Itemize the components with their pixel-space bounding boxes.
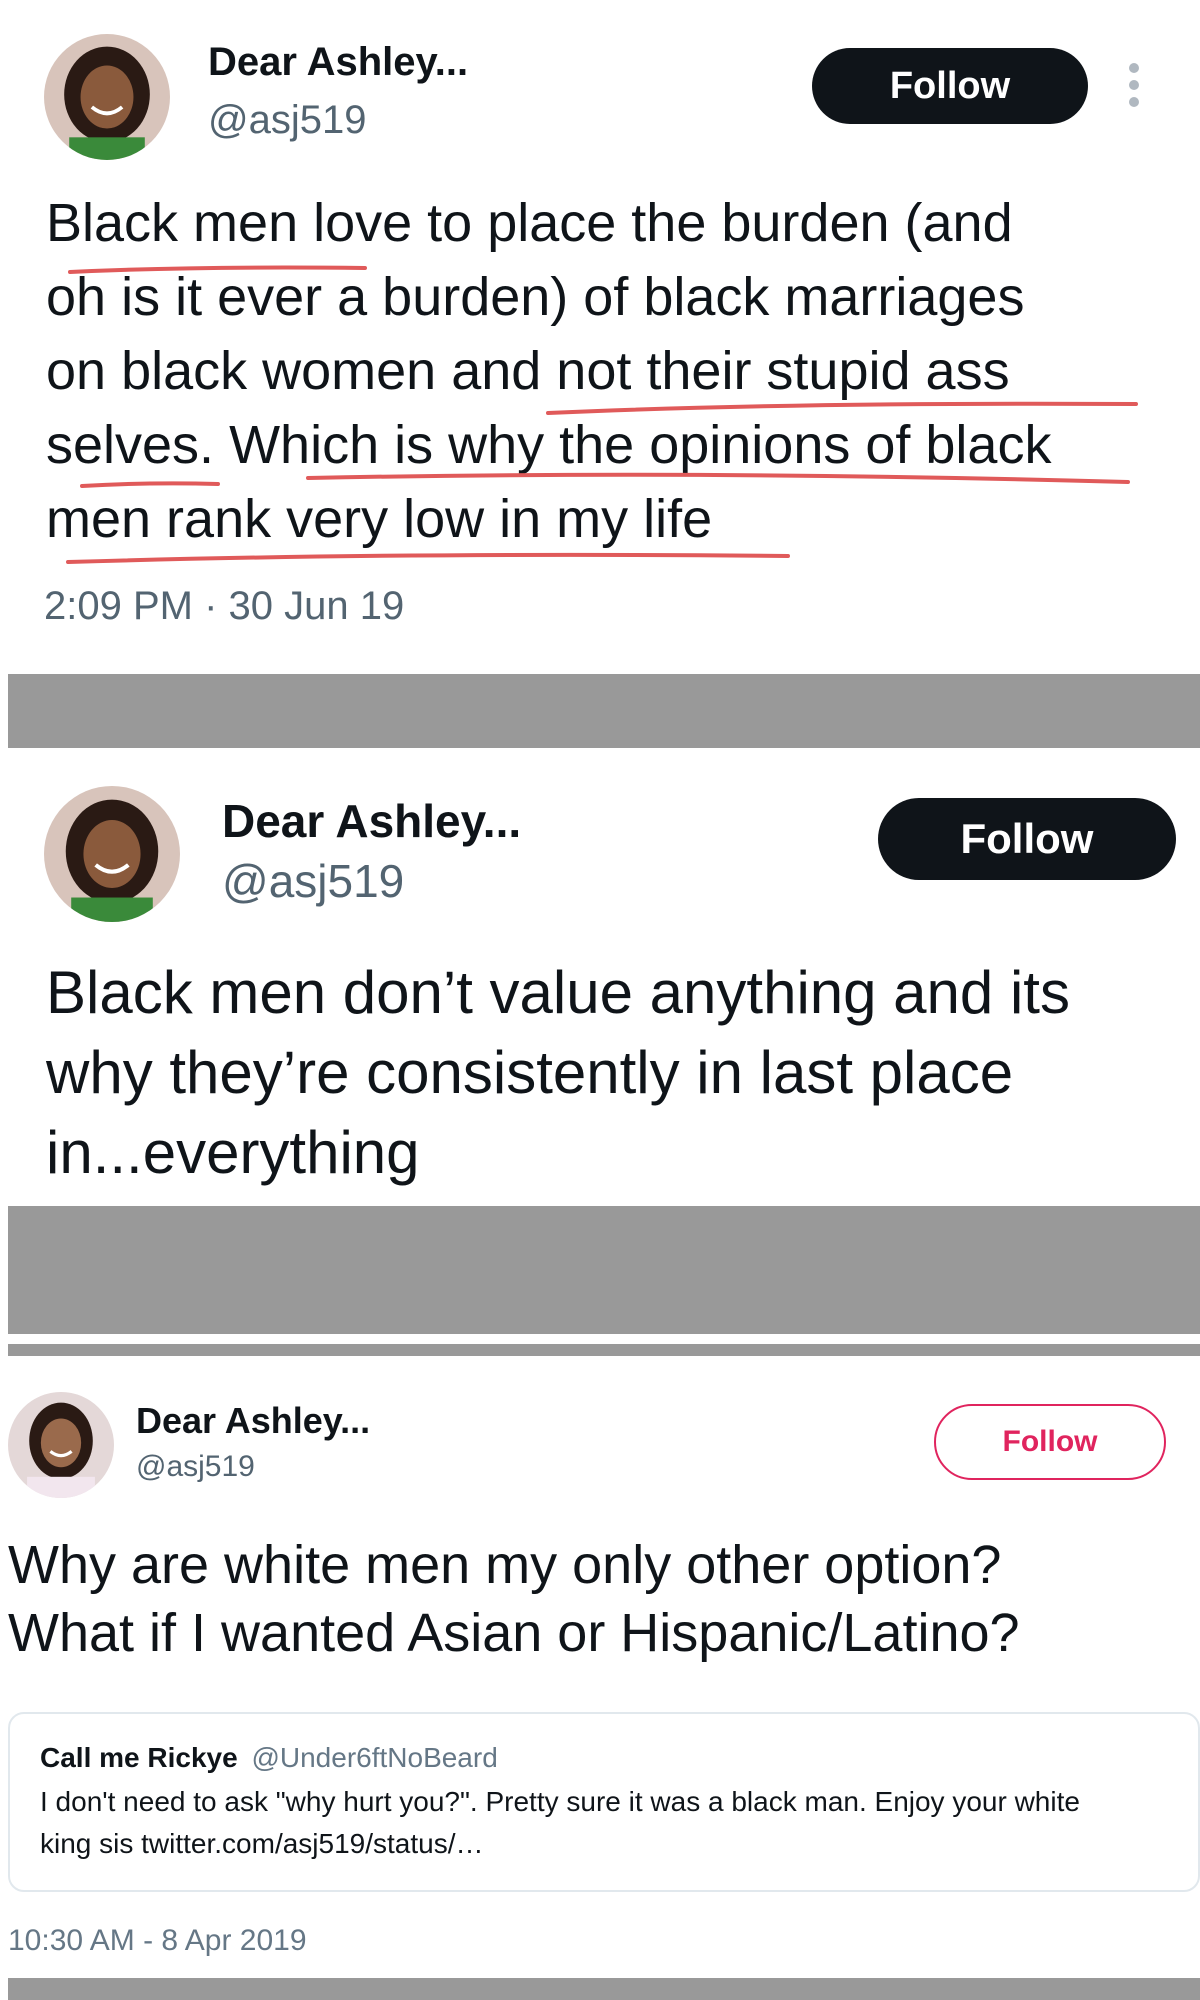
profile-photo-icon: [8, 1392, 114, 1498]
display-name[interactable]: Dear Ashley...: [136, 1400, 370, 1442]
follow-button[interactable]: Follow: [934, 1404, 1166, 1480]
quoted-text-line: I don't need to ask "why hurt you?". Pre…: [40, 1786, 1080, 1817]
tweet-text-line: men rank very low in my life: [46, 489, 713, 549]
profile-photo-icon: [44, 34, 170, 160]
quoted-username: @Under6ftNoBeard: [251, 1742, 498, 1773]
follow-button[interactable]: Follow: [812, 48, 1088, 124]
avatar[interactable]: [44, 786, 180, 922]
divider-bar: [8, 674, 1200, 748]
divider-bar: [8, 1344, 1200, 1356]
avatar[interactable]: [8, 1392, 114, 1498]
quoted-text-line: king sis twitter.com/asj519/status/…: [40, 1828, 484, 1859]
tweet-timestamp[interactable]: 2:09 PM · 30 Jun 19: [44, 584, 404, 629]
username[interactable]: @asj519: [208, 98, 366, 143]
display-name[interactable]: Dear Ashley...: [222, 794, 521, 848]
username[interactable]: @asj519: [222, 854, 404, 908]
tweet-text-line: selves. Which is why the opinions of bla…: [46, 415, 1052, 475]
profile-photo-icon: [44, 786, 180, 922]
avatar[interactable]: [44, 34, 170, 160]
tweet-timestamp[interactable]: 10:30 AM - 8 Apr 2019: [8, 1924, 307, 1958]
tweet-text-line: oh is it ever a burden) of black marriag…: [46, 267, 1025, 327]
follow-button[interactable]: Follow: [878, 798, 1176, 880]
tweet-text-line: Black men don’t value anything and its: [46, 959, 1070, 1026]
tweet-text-line: Why are white men my only other option?: [8, 1535, 1002, 1595]
divider-bar: [8, 1978, 1200, 2000]
quoted-tweet[interactable]: Call me Rickye @Under6ftNoBeard I don't …: [8, 1712, 1200, 1892]
tweet-text-line: in...everything: [46, 1119, 420, 1186]
tweet-text-line: on black women and not their stupid ass: [46, 341, 1010, 401]
username[interactable]: @asj519: [136, 1450, 255, 1484]
tweet-text-line: why they’re consistently in last place: [46, 1039, 1014, 1106]
divider-bar: [8, 1206, 1200, 1334]
tweet-text-line: What if I wanted Asian or Hispanic/Latin…: [8, 1603, 1020, 1663]
tweet-text-line: Black men love to place the burden (and: [46, 193, 1013, 253]
quoted-display-name: Call me Rickye: [40, 1742, 238, 1773]
display-name[interactable]: Dear Ashley...: [208, 40, 468, 85]
more-options-icon[interactable]: [1126, 62, 1142, 108]
